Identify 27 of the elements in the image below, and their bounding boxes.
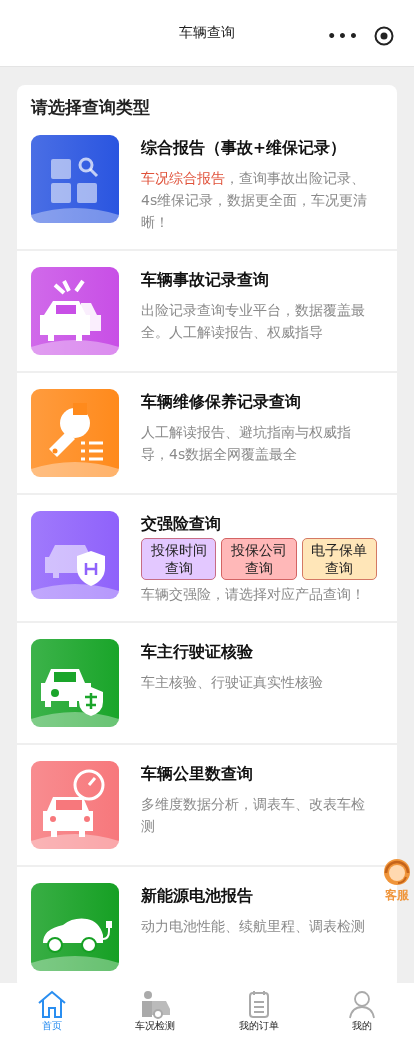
item-description: 车况综合报告，查询事故出险记录、4s维保记录，数据更全面，车况更清晰！: [141, 169, 369, 232]
page-title: 车辆查询: [179, 24, 235, 42]
item-description: 车主核验、行驶证真实性核验: [141, 673, 324, 692]
item-title: 新能源电池报告: [141, 886, 254, 907]
tab-item[interactable]: 车况检测: [103, 983, 207, 1039]
item-title: 交强险查询: [141, 514, 222, 535]
item-description: 动力电池性能、续航里程、调表检测: [141, 917, 366, 936]
query-button[interactable]: 投保时间查询: [141, 538, 217, 580]
item-description: 人工解读报告、避坑指南与权威指导，4s数据全网覆盖最全: [141, 423, 352, 464]
item-title: 综合报告（事故+维保记录）: [141, 138, 347, 159]
more-button[interactable]: •••: [327, 28, 360, 44]
tab-item[interactable]: 我的订单: [207, 983, 311, 1039]
query-button[interactable]: 电子保单查询: [301, 538, 377, 580]
section-title: 请选择查询类型: [29, 96, 151, 119]
tab-item[interactable]: 首页: [0, 983, 104, 1039]
item-title: 车主行驶证核验: [141, 642, 254, 663]
headset-agent-icon: [382, 857, 412, 887]
item-description: 车辆交强险，请选择对应产品查询！: [141, 585, 366, 604]
close-icon[interactable]: [374, 26, 394, 46]
item-title: 车辆维修保养记录查询: [141, 392, 302, 413]
item-title: 车辆事故记录查询: [141, 270, 270, 291]
item-description: 多维度数据分析，调表车、改表车检测: [141, 795, 366, 836]
query-button[interactable]: 投保公司查询: [221, 538, 297, 580]
tab-item[interactable]: 我的: [310, 983, 414, 1039]
item-description: 出险记录查询专业平台，数据覆盖最全。人工解读报告、权威指导: [141, 301, 366, 342]
item-title: 车辆公里数查询: [141, 764, 254, 785]
capsule-menu[interactable]: •••: [323, 24, 398, 48]
